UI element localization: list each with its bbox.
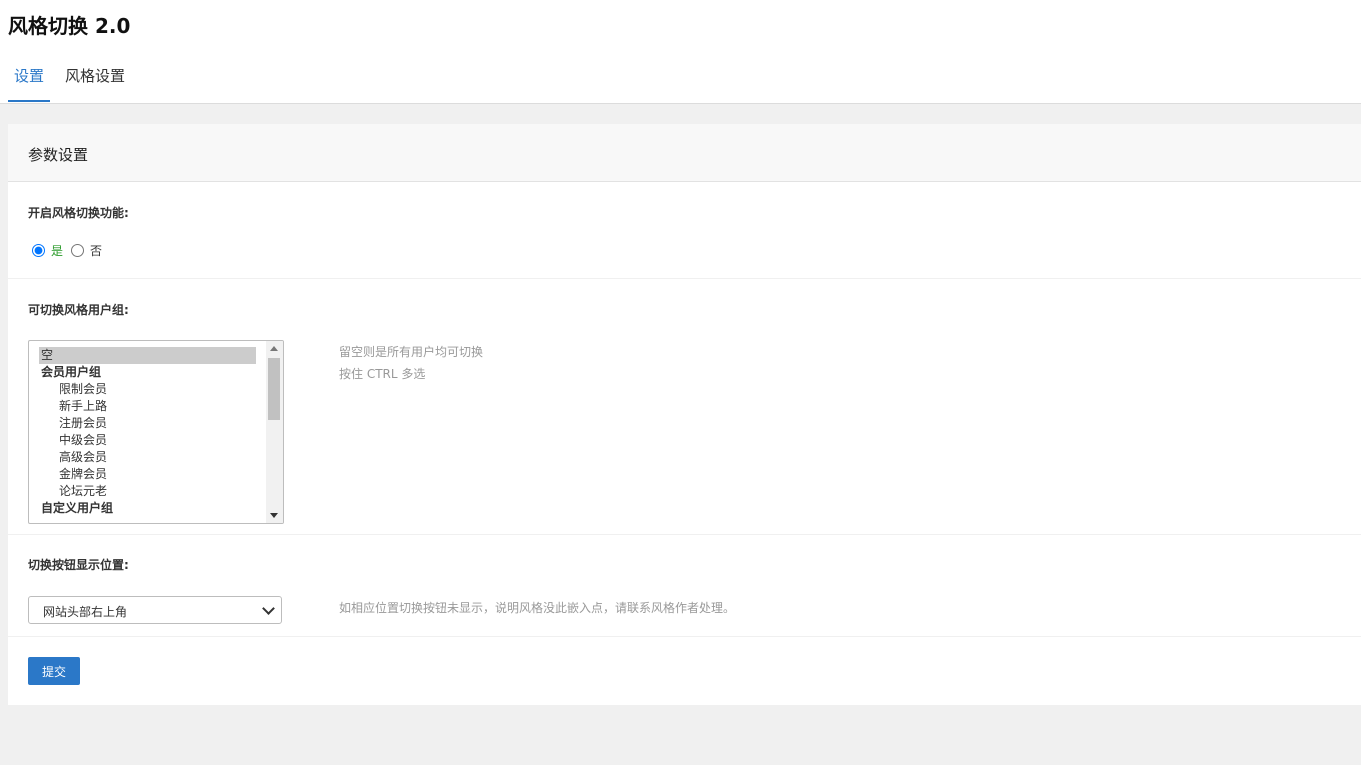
row-divider (8, 278, 1361, 279)
list-item[interactable]: 中级会员 (39, 432, 256, 449)
settings-panel: 参数设置 开启风格切换功能: 是 否 可切换风格用户组: 空 会员用户组 限制会… (8, 124, 1361, 705)
position-label: 切换按钮显示位置: (28, 558, 129, 572)
enable-radio-group: 是 否 (32, 242, 110, 259)
row-divider (8, 636, 1361, 637)
row-divider (8, 534, 1361, 535)
list-item[interactable]: 自定义用户组 (39, 500, 256, 517)
list-item[interactable]: 论坛元老 (39, 483, 256, 500)
page-title: 风格切换 2.0 (8, 14, 131, 38)
listbox-scrollbar[interactable] (266, 341, 283, 523)
position-select[interactable]: 网站头部右上角 (28, 596, 282, 624)
radio-no-label: 否 (90, 244, 103, 258)
list-item[interactable]: 注册会员 (39, 415, 256, 432)
list-item[interactable]: 会员用户组 (39, 364, 256, 381)
scroll-down-icon[interactable] (270, 513, 278, 518)
list-item[interactable]: 限制会员 (39, 381, 256, 398)
list-item[interactable]: 新手上路 (39, 398, 256, 415)
panel-title: 参数设置 (28, 146, 89, 164)
groups-hint-empty: 留空则是所有用户均可切换 (339, 345, 484, 359)
tab-settings[interactable]: 设置 (8, 56, 51, 102)
listbox-items: 空 会员用户组 限制会员 新手上路 注册会员 中级会员 高级会员 金牌会员 论坛… (39, 347, 256, 517)
scroll-up-icon[interactable] (270, 346, 278, 351)
radio-yes-label: 是 (51, 244, 64, 258)
panel-header: 参数设置 (8, 124, 1361, 182)
chevron-down-icon (262, 602, 275, 615)
list-item[interactable]: 空 (39, 347, 256, 364)
groups-label: 可切换风格用户组: (28, 303, 129, 317)
list-item[interactable]: 高级会员 (39, 449, 256, 466)
radio-no[interactable]: 否 (71, 242, 102, 259)
user-group-listbox[interactable]: 空 会员用户组 限制会员 新手上路 注册会员 中级会员 高级会员 金牌会员 论坛… (28, 340, 284, 524)
list-item[interactable]: 金牌会员 (39, 466, 256, 483)
submit-button[interactable]: 提交 (28, 657, 80, 685)
scrollbar-thumb[interactable] (268, 358, 280, 420)
enable-label: 开启风格切换功能: (28, 206, 129, 220)
tab-bar: 设置 风格设置 (8, 56, 140, 103)
groups-hint-ctrl: 按住 CTRL 多选 (339, 367, 426, 381)
radio-yes-input[interactable] (32, 244, 45, 257)
radio-yes[interactable]: 是 (32, 242, 63, 259)
position-select-value: 网站头部右上角 (43, 605, 128, 619)
top-bar: 风格切换 2.0 设置 风格设置 (0, 0, 1361, 104)
radio-no-input[interactable] (71, 244, 85, 257)
tab-style-settings[interactable]: 风格设置 (59, 56, 131, 100)
position-hint: 如相应位置切换按钮未显示，说明风格没此嵌入点，请联系风格作者处理。 (339, 601, 736, 615)
